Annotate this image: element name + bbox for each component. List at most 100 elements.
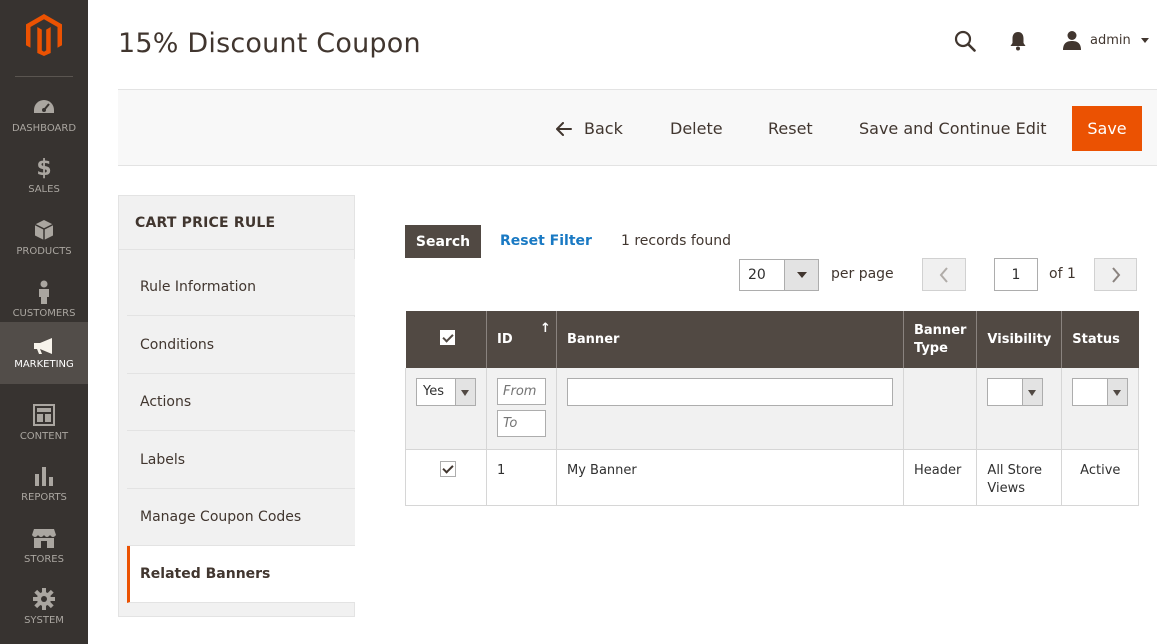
- dollar-icon: $: [36, 155, 52, 181]
- dropdown-arrow-icon: [455, 379, 475, 405]
- id-to-input[interactable]: [497, 410, 546, 437]
- search-button[interactable]: Search: [405, 225, 481, 258]
- column-label: ID: [497, 332, 513, 347]
- notifications-bell-icon[interactable]: [1009, 31, 1027, 55]
- nav-label: DASHBOARD: [11, 123, 77, 134]
- dashboard-icon: [0, 95, 88, 119]
- row-select-cell: [405, 449, 487, 506]
- nav-item-sales[interactable]: $ SALES: [0, 148, 88, 210]
- search-icon[interactable]: [954, 30, 976, 56]
- store-icon: [0, 526, 88, 550]
- save-and-continue-button[interactable]: Save and Continue Edit: [859, 106, 1047, 151]
- nav-item-dashboard[interactable]: DASHBOARD: [0, 87, 88, 149]
- save-button[interactable]: Save: [1072, 106, 1142, 151]
- row-checkbox[interactable]: [440, 460, 456, 477]
- person-icon: [0, 280, 88, 304]
- gear-icon: [0, 587, 88, 611]
- nav-item-marketing[interactable]: MARKETING: [0, 322, 88, 384]
- nav-label: REPORTS: [21, 492, 67, 503]
- column-header-id[interactable]: ID ↑: [486, 311, 557, 368]
- nav-item-content[interactable]: CONTENT: [0, 395, 88, 457]
- back-button-label: Back: [584, 119, 623, 138]
- megaphone-icon: [0, 334, 88, 358]
- dropdown-arrow-icon: [1022, 379, 1043, 405]
- nav-label: CUSTOMERS: [12, 308, 76, 319]
- tab-actions[interactable]: Actions: [127, 374, 355, 431]
- previous-page-button[interactable]: [922, 258, 966, 291]
- filter-cell: [976, 368, 1063, 450]
- filter-select-value: Yes: [423, 384, 444, 399]
- chevron-left-icon: [939, 267, 948, 283]
- nav-label: CONTENT: [19, 431, 69, 442]
- per-page-value: 20: [748, 267, 766, 283]
- table-row[interactable]: 1 My Banner Header All Store Views Activ…: [405, 449, 1140, 506]
- per-page-select[interactable]: 20: [739, 259, 819, 291]
- box-icon: [0, 218, 88, 242]
- dropdown-arrow-icon: [784, 260, 818, 290]
- cell-visibility: All Store Views: [976, 449, 1063, 506]
- arrow-left-icon: [556, 121, 572, 136]
- id-from-input[interactable]: [497, 378, 546, 405]
- nav-item-system[interactable]: SYSTEM: [0, 579, 88, 641]
- admin-sidebar: DASHBOARD $ SALES PRODUCTS CUSTOMERS MAR…: [0, 0, 88, 644]
- select-all-checkbox[interactable]: [439, 330, 455, 345]
- select-all-header[interactable]: [405, 311, 487, 368]
- magento-logo-icon: [26, 14, 62, 56]
- page-title: 15% Discount Coupon: [118, 28, 421, 59]
- banner-filter-input[interactable]: [567, 378, 893, 406]
- filter-cell: [486, 368, 557, 450]
- admin-user-menu[interactable]: admin: [1062, 30, 1149, 50]
- reset-filter-link[interactable]: Reset Filter: [500, 233, 592, 249]
- admin-username: admin: [1090, 32, 1131, 48]
- dropdown-arrow-icon: [1107, 379, 1128, 405]
- nav-label: SYSTEM: [24, 615, 64, 626]
- nav-item-reports[interactable]: REPORTS: [0, 456, 88, 518]
- status-filter-select[interactable]: [1072, 378, 1129, 406]
- chevron-right-icon: [1112, 267, 1121, 283]
- tabs-title: CART PRICE RULE: [135, 215, 276, 231]
- visibility-filter-select[interactable]: [987, 378, 1044, 406]
- tabs-divider: [119, 249, 354, 250]
- page-total: of 1: [1049, 266, 1076, 282]
- user-icon: [1063, 31, 1081, 50]
- column-header-status[interactable]: Status: [1061, 311, 1139, 368]
- nav-label: PRODUCTS: [16, 246, 72, 257]
- cell-banner: My Banner: [556, 449, 904, 506]
- nav-label: STORES: [24, 554, 64, 565]
- page-actions-bar: Back Delete Reset Save and Continue Edit…: [118, 89, 1157, 166]
- tab-conditions[interactable]: Conditions: [127, 317, 355, 374]
- records-count: 1 records found: [621, 233, 731, 249]
- column-header-banner[interactable]: Banner: [556, 311, 904, 368]
- grid-header-row: ID ↑ Banner Banner Type Visibility Status: [405, 311, 1139, 368]
- tab-labels[interactable]: Labels: [127, 432, 355, 489]
- nav-label: SALES: [28, 184, 60, 195]
- tab-manage-coupon-codes[interactable]: Manage Coupon Codes: [127, 489, 355, 546]
- filter-cell: [1061, 368, 1140, 450]
- next-page-button[interactable]: [1094, 258, 1137, 291]
- bar-chart-icon: [0, 464, 88, 488]
- back-button[interactable]: Back: [556, 106, 623, 151]
- tab-related-banners[interactable]: Related Banners: [127, 546, 355, 603]
- filter-cell: [903, 368, 978, 450]
- per-page-label: per page: [831, 266, 894, 282]
- chevron-down-icon: [1140, 37, 1149, 43]
- filter-cell: [556, 368, 904, 450]
- cell-id: 1: [486, 449, 557, 506]
- grid-filter-row: Yes: [405, 368, 1140, 450]
- delete-button[interactable]: Delete: [670, 106, 723, 151]
- cell-banner-type: Header: [903, 449, 978, 506]
- reset-button[interactable]: Reset: [768, 106, 813, 151]
- column-header-banner-type[interactable]: Banner Type: [903, 311, 978, 368]
- nav-item-stores[interactable]: STORES: [0, 518, 88, 580]
- in-selected-filter-select[interactable]: Yes: [416, 378, 476, 406]
- page-number-input[interactable]: [994, 258, 1038, 291]
- tab-rule-information[interactable]: Rule Information: [127, 259, 355, 316]
- nav-label: MARKETING: [14, 359, 74, 370]
- content-icon: [0, 403, 88, 427]
- column-header-visibility[interactable]: Visibility: [976, 311, 1063, 368]
- nav-item-products[interactable]: PRODUCTS: [0, 210, 88, 272]
- magento-logo[interactable]: [0, 0, 88, 76]
- banners-grid: ID ↑ Banner Banner Type Visibility Status…: [405, 311, 1140, 506]
- rule-tabs-panel: CART PRICE RULE Rule Information Conditi…: [118, 195, 355, 617]
- filter-cell: Yes: [405, 368, 487, 450]
